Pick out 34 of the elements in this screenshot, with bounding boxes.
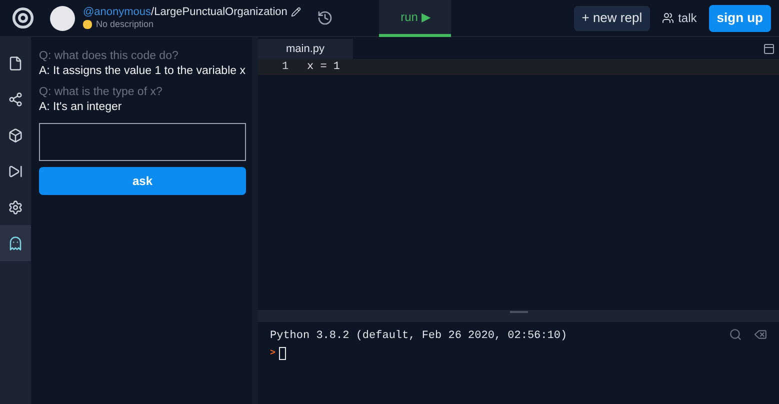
console-prompt: > [270,346,276,360]
separator: / [151,6,154,20]
line-number: 1 [281,60,290,75]
talk-button[interactable]: talk [654,6,705,30]
ghost-icon [8,236,23,250]
cube-icon [8,128,23,142]
clear-icon[interactable] [754,328,767,341]
skip-icon [8,164,23,178]
console-output-text: Python 3.8.2 (default, Feb 26 2020, 02:56:10) [270,329,568,344]
file-icon [8,56,23,70]
repl-description: No description [96,19,154,30]
share-icon [8,92,23,106]
repl-name[interactable]: LargePunctualOrganization [154,6,288,20]
question-text: Q: what does this code do? [39,49,180,64]
question-text: Q: what is the type of x? [39,85,164,100]
logo-icon[interactable] [12,7,34,29]
search-icon[interactable] [729,328,742,341]
edit-icon[interactable] [291,7,302,18]
panel-icon[interactable] [763,43,775,55]
file-tab[interactable]: main.py [258,39,353,59]
avatar[interactable] [50,6,75,30]
text-cursor [279,346,286,360]
python-icon [83,20,92,30]
answer-text: A: It's an integer [39,100,123,115]
people-icon [662,12,674,24]
new-repl-button[interactable]: + new repl [574,6,650,30]
run-button[interactable]: run ▶ [379,0,452,36]
owner-link[interactable]: @anonymous [83,6,152,20]
answer-text: A: It assigns the value 1 to the variable x [39,64,246,79]
code-text: x = 1 [307,60,340,75]
assistant-tab[interactable] [0,225,31,261]
question-field[interactable] [39,123,246,161]
history-icon[interactable] [317,10,334,26]
settings-icon [8,200,23,214]
